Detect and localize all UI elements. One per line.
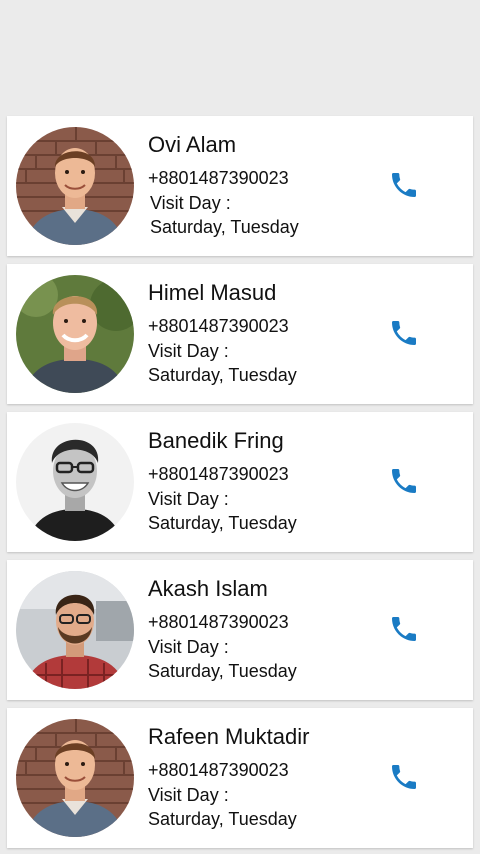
visit-day-label: Visit Day : bbox=[150, 193, 231, 213]
contact-name: Banedik Fring bbox=[148, 428, 284, 453]
contact-avatar bbox=[16, 571, 134, 689]
visit-days: Saturday, Tuesday bbox=[148, 661, 297, 681]
contact-card[interactable]: Ovi Alam +8801487390023 Visit Day : Satu… bbox=[7, 116, 473, 256]
contact-phone: +8801487390023 bbox=[148, 168, 289, 188]
visit-days: Saturday, Tuesday bbox=[148, 809, 297, 829]
visit-day-label: Visit Day : bbox=[148, 785, 229, 805]
call-button[interactable] bbox=[388, 465, 420, 497]
contact-card[interactable]: Banedik Fring +8801487390023 Visit Day :… bbox=[7, 412, 473, 552]
contact-avatar bbox=[16, 719, 134, 837]
call-button[interactable] bbox=[388, 761, 420, 793]
contact-avatar bbox=[16, 423, 134, 541]
contact-name: Akash Islam bbox=[148, 576, 268, 601]
call-button[interactable] bbox=[388, 613, 420, 645]
contact-avatar bbox=[16, 127, 134, 245]
visit-day-label: Visit Day : bbox=[148, 489, 229, 509]
visit-days: Saturday, Tuesday bbox=[148, 365, 297, 385]
contact-phone: +8801487390023 bbox=[148, 316, 289, 336]
phone-icon bbox=[392, 173, 416, 197]
phone-icon bbox=[392, 321, 416, 345]
contact-card[interactable]: Rafeen Muktadir +8801487390023 Visit Day… bbox=[7, 708, 473, 848]
contact-phone: +8801487390023 bbox=[148, 760, 289, 780]
phone-icon bbox=[392, 469, 416, 493]
top-empty-area bbox=[0, 0, 480, 116]
call-button[interactable] bbox=[388, 317, 420, 349]
contact-avatar bbox=[16, 275, 134, 393]
visit-days: Saturday, Tuesday bbox=[148, 513, 297, 533]
contact-card[interactable]: Himel Masud +8801487390023 Visit Day : S… bbox=[7, 264, 473, 404]
phone-icon bbox=[392, 617, 416, 641]
contact-name: Ovi Alam bbox=[148, 132, 237, 157]
phone-icon bbox=[392, 765, 416, 789]
contact-phone: +8801487390023 bbox=[148, 464, 289, 484]
contact-name: Rafeen Muktadir bbox=[148, 724, 310, 749]
visit-day-label: Visit Day : bbox=[148, 637, 229, 657]
visit-day-label: Visit Day : bbox=[148, 341, 229, 361]
contact-phone: +8801487390023 bbox=[148, 612, 289, 632]
visit-days: Saturday, Tuesday bbox=[150, 217, 299, 237]
contact-name: Himel Masud bbox=[148, 280, 277, 305]
call-button[interactable] bbox=[388, 169, 420, 201]
contact-card[interactable]: Akash Islam +8801487390023 Visit Day : S… bbox=[7, 560, 473, 700]
